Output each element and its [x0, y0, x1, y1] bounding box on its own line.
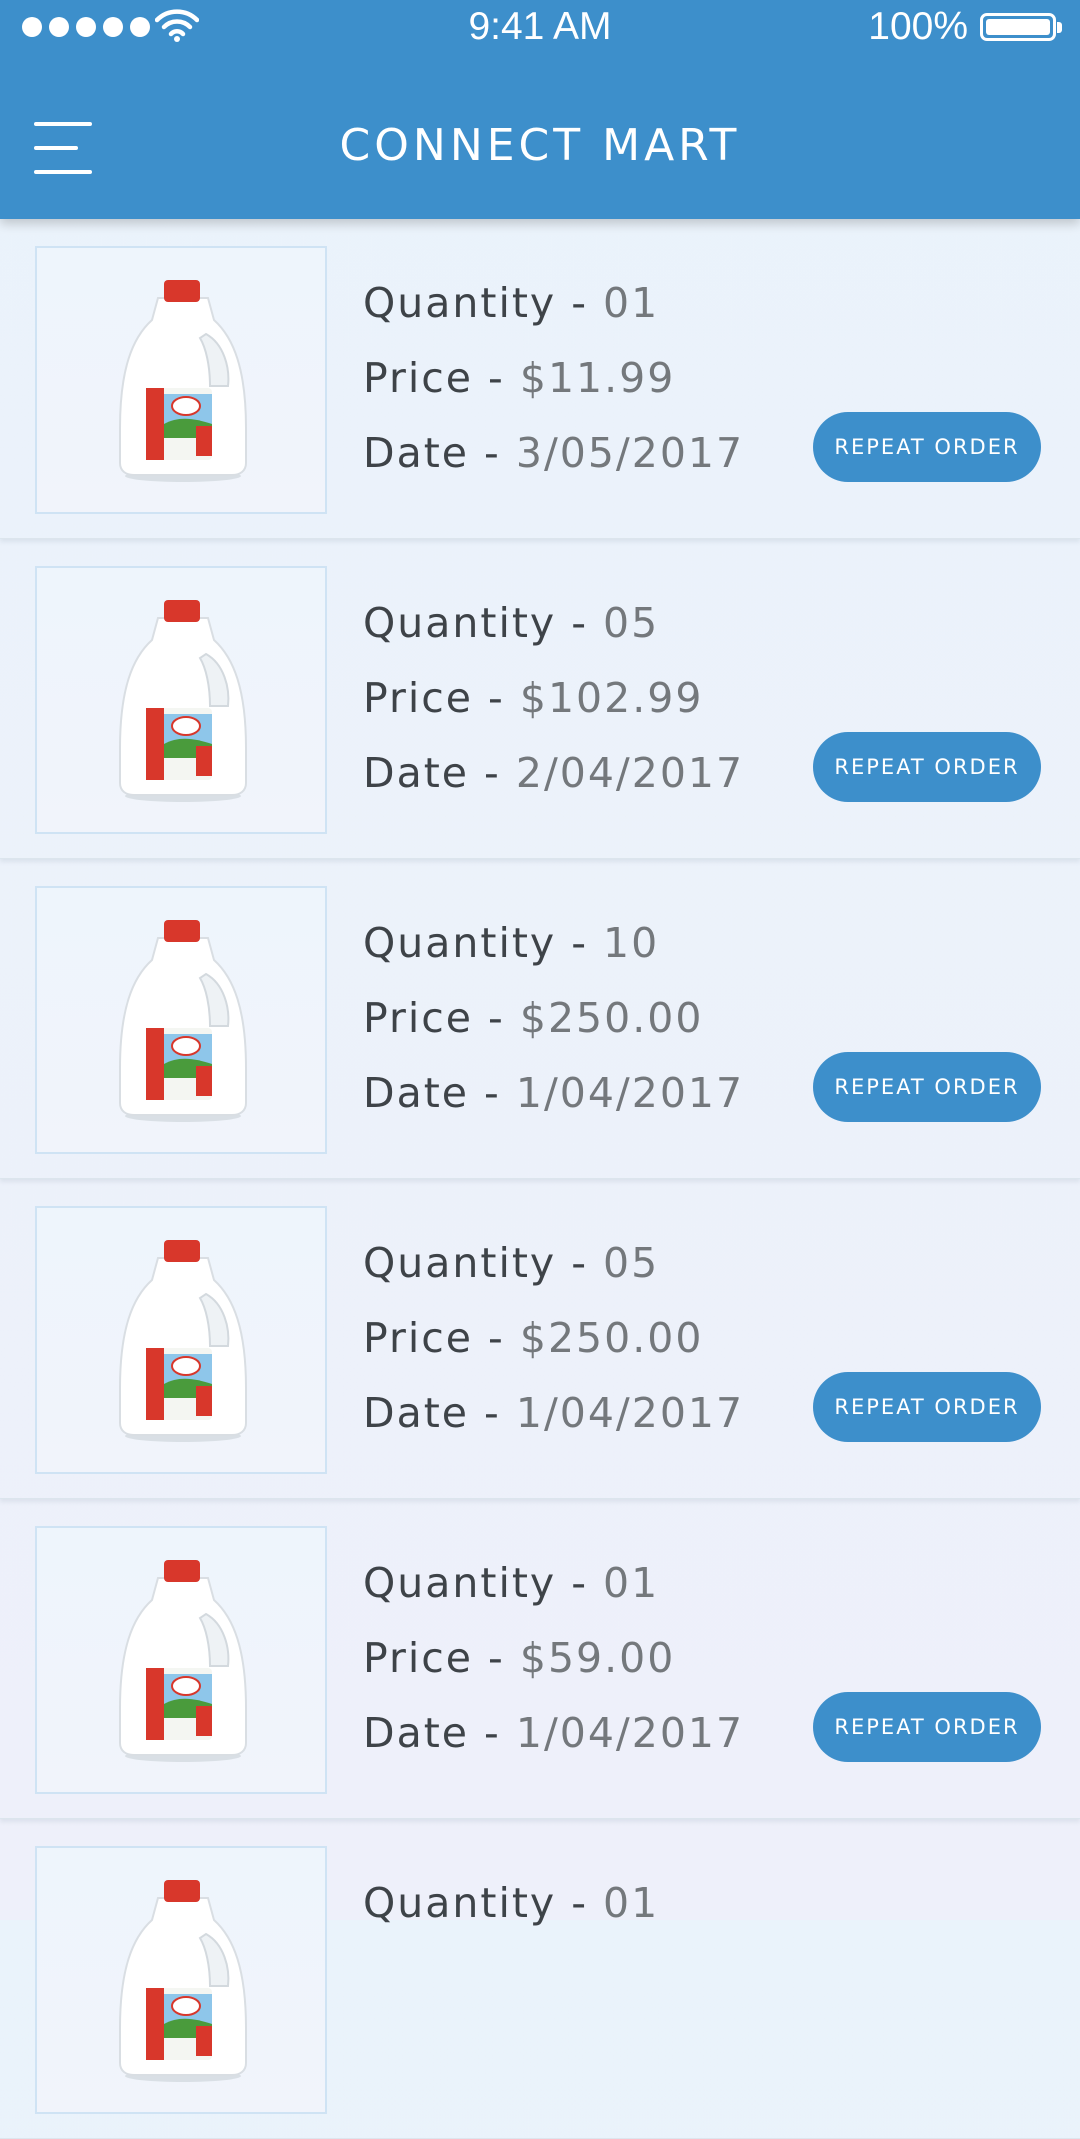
- page-title: CONNECT MART: [339, 120, 741, 171]
- app-header: 9:41 AM 100% CONNECT MART: [0, 0, 1080, 219]
- milk-jug-icon: [119, 280, 247, 482]
- milk-jug-icon: [119, 920, 247, 1122]
- repeat-order-button[interactable]: REPEAT ORDER: [813, 412, 1041, 482]
- quantity-text: Quantity - 01: [363, 1879, 660, 1927]
- date-text: Date - 2/04/2017: [363, 749, 745, 797]
- order-card: Quantity - 05 Price - $250.00 Date - 1/0…: [0, 1179, 1080, 1499]
- price-text: Price - $250.00: [363, 1314, 704, 1362]
- product-image: [35, 566, 327, 834]
- repeat-order-button[interactable]: REPEAT ORDER: [813, 1052, 1041, 1122]
- repeat-order-button[interactable]: REPEAT ORDER: [813, 1692, 1041, 1762]
- milk-jug-icon: [119, 600, 247, 802]
- repeat-order-button[interactable]: REPEAT ORDER: [813, 732, 1041, 802]
- quantity-text: Quantity - 01: [363, 1559, 660, 1607]
- order-card: Quantity - 01 Price - $59.00 Date - 1/04…: [0, 1499, 1080, 1819]
- quantity-text: Quantity - 05: [363, 1239, 660, 1287]
- product-image: [35, 1526, 327, 1794]
- order-card: Quantity - 05 Price - $102.99 Date - 2/0…: [0, 539, 1080, 859]
- product-image: [35, 1846, 327, 2114]
- order-card: Quantity - 10 Price - $250.00 Date - 1/0…: [0, 859, 1080, 1179]
- quantity-text: Quantity - 10: [363, 919, 660, 967]
- milk-jug-icon: [119, 1880, 247, 2082]
- product-image: [35, 1206, 327, 1474]
- order-card: Quantity - 01: [0, 1819, 1080, 2139]
- date-text: Date - 1/04/2017: [363, 1389, 745, 1437]
- quantity-text: Quantity - 05: [363, 599, 660, 647]
- repeat-order-button[interactable]: REPEAT ORDER: [813, 1372, 1041, 1442]
- product-image: [35, 246, 327, 514]
- price-text: Price - $250.00: [363, 994, 704, 1042]
- product-image: [35, 886, 327, 1154]
- battery-percentage: 100%: [868, 5, 968, 48]
- price-text: Price - $102.99: [363, 674, 704, 722]
- date-text: Date - 3/05/2017: [363, 429, 745, 477]
- price-text: Price - $11.99: [363, 354, 676, 402]
- battery-icon: [980, 13, 1062, 41]
- status-bar: 9:41 AM 100%: [0, 0, 1080, 56]
- milk-jug-icon: [119, 1560, 247, 1762]
- date-text: Date - 1/04/2017: [363, 1069, 745, 1117]
- order-list: Quantity - 01 Price - $11.99 Date - 3/05…: [0, 219, 1080, 2139]
- date-text: Date - 1/04/2017: [363, 1709, 745, 1757]
- price-text: Price - $59.00: [363, 1634, 676, 1682]
- milk-jug-icon: [119, 1240, 247, 1442]
- order-card: Quantity - 01 Price - $11.99 Date - 3/05…: [0, 219, 1080, 539]
- quantity-text: Quantity - 01: [363, 279, 660, 327]
